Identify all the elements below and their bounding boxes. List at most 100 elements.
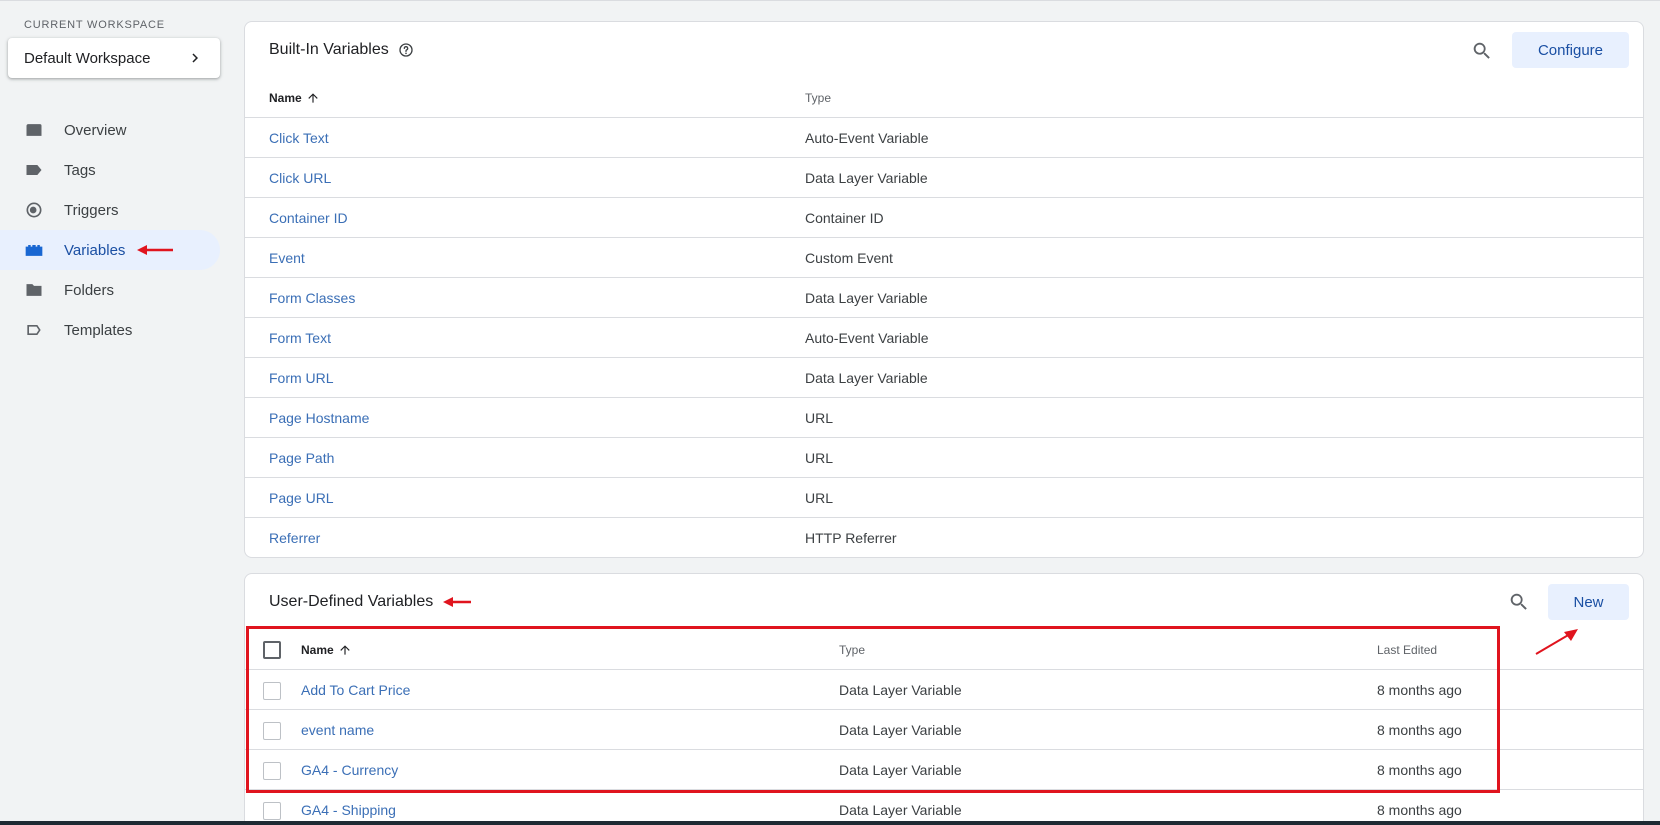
workspace-label: CURRENT WORKSPACE (24, 19, 165, 31)
builtin-col-name[interactable]: Name (269, 78, 320, 118)
variable-type: Data Layer Variable (805, 170, 928, 186)
annotation-arrow-icon (1535, 629, 1578, 655)
userdefined-col-name[interactable]: Name (301, 630, 352, 670)
table-row: Page Path URL (245, 438, 1643, 478)
variable-name-link[interactable]: Page Path (269, 438, 334, 478)
variable-name-link[interactable]: GA4 - Currency (301, 750, 398, 790)
bottom-bar (0, 821, 1660, 825)
tag-icon (24, 160, 44, 180)
row-checkbox[interactable] (263, 722, 281, 740)
table-row: Click URL Data Layer Variable (245, 158, 1643, 198)
table-row: Referrer HTTP Referrer (245, 518, 1643, 557)
workspace-selector[interactable]: Default Workspace (8, 38, 220, 78)
variable-name-link[interactable]: event name (301, 710, 374, 750)
table-row: Form Text Auto-Event Variable (245, 318, 1643, 358)
table-row: Form URL Data Layer Variable (245, 358, 1643, 398)
user-defined-variables-card: User-Defined Variables New Name Type Las… (244, 573, 1644, 825)
table-row: Page URL URL (245, 478, 1643, 518)
overview-icon (24, 120, 44, 140)
sidebar-item-label: Templates (64, 321, 133, 339)
variable-type: Data Layer Variable (839, 762, 962, 778)
variable-type: Auto-Event Variable (805, 330, 929, 346)
table-row: event name Data Layer Variable 8 months … (245, 710, 1643, 750)
variable-name-link[interactable]: Click Text (269, 118, 329, 158)
chevron-right-icon (192, 53, 198, 63)
sidebar-item-label: Variables (64, 241, 126, 259)
sort-arrow-up-icon (340, 645, 350, 655)
variable-type: Data Layer Variable (839, 802, 962, 818)
userdefined-title: User-Defined Variables (269, 593, 473, 611)
userdefined-table-body: Add To Cart Price Data Layer Variable 8 … (245, 670, 1643, 825)
top-divider (0, 0, 1660, 1)
userdefined-title-text: User-Defined Variables (269, 593, 434, 610)
variable-name-link[interactable]: Click URL (269, 158, 331, 198)
variable-name-link[interactable]: Form URL (269, 358, 334, 398)
new-variable-button[interactable]: New (1548, 584, 1629, 620)
sidebar-item-variables[interactable]: Variables (0, 230, 220, 270)
builtin-variables-card: Built-In Variables Configure Name Type C… (244, 21, 1644, 558)
table-row: GA4 - Currency Data Layer Variable 8 mon… (245, 750, 1643, 790)
workspace-name: Default Workspace (24, 49, 151, 67)
variable-name-link[interactable]: Add To Cart Price (301, 670, 410, 710)
table-row: Add To Cart Price Data Layer Variable 8 … (245, 670, 1643, 710)
last-edited: 8 months ago (1377, 762, 1462, 778)
configure-button[interactable]: Configure (1512, 32, 1629, 68)
row-checkbox[interactable] (263, 762, 281, 780)
sidebar-item-tags[interactable]: Tags (0, 150, 222, 190)
sidebar: CURRENT WORKSPACE Default Workspace Over… (0, 0, 222, 825)
variable-type: Container ID (805, 210, 884, 226)
builtin-col-type: Type (805, 91, 832, 105)
userdefined-col-last-edited: Last Edited (1377, 643, 1438, 657)
sidebar-item-label: Folders (64, 281, 115, 299)
variable-type: URL (805, 410, 834, 426)
row-checkbox[interactable] (263, 802, 281, 820)
variable-type: Auto-Event Variable (805, 130, 929, 146)
last-edited: 8 months ago (1377, 802, 1462, 818)
sidebar-item-label: Overview (64, 121, 127, 139)
builtin-title: Built-In Variables (269, 41, 414, 59)
variable-name-link[interactable]: Referrer (269, 518, 320, 557)
sidebar-item-label: Triggers (64, 201, 119, 219)
sidebar-item-triggers[interactable]: Triggers (0, 190, 222, 230)
trigger-icon (24, 200, 44, 220)
annotation-arrow-icon (443, 597, 472, 607)
col-name-label: Name (269, 91, 302, 105)
table-row: Click Text Auto-Event Variable (245, 118, 1643, 158)
col-name-label: Name (301, 643, 334, 657)
table-row: Form Classes Data Layer Variable (245, 278, 1643, 318)
variable-name-link[interactable]: GA4 - Shipping (301, 790, 396, 825)
table-row: Page Hostname URL (245, 398, 1643, 438)
userdefined-col-type: Type (839, 643, 866, 657)
sidebar-item-folders[interactable]: Folders (0, 270, 222, 310)
select-all-checkbox[interactable] (263, 641, 281, 659)
builtin-table-body: Click Text Auto-Event Variable Click URL… (245, 118, 1643, 557)
userdefined-search-icon[interactable] (1508, 591, 1532, 615)
last-edited: 8 months ago (1377, 722, 1462, 738)
variable-type: Data Layer Variable (805, 370, 928, 386)
variable-type: Data Layer Variable (805, 290, 928, 306)
builtin-table-header: Name Type (245, 78, 1643, 118)
sidebar-nav: Overview Tags Triggers Variables Folders… (0, 110, 222, 350)
variable-name-link[interactable]: Form Classes (269, 278, 355, 318)
help-icon[interactable] (398, 42, 414, 58)
variable-type: URL (805, 450, 834, 466)
variable-name-link[interactable]: Form Text (269, 318, 331, 358)
variable-type: Custom Event (805, 250, 893, 266)
variable-name-link[interactable]: Page Hostname (269, 398, 369, 438)
variable-type: HTTP Referrer (805, 530, 897, 546)
variable-type: Data Layer Variable (839, 722, 962, 738)
userdefined-table-header: Name Type Last Edited (245, 630, 1643, 670)
variables-icon (24, 240, 44, 260)
table-row: Container ID Container ID (245, 198, 1643, 238)
variable-name-link[interactable]: Event (269, 238, 305, 278)
table-row: GA4 - Shipping Data Layer Variable 8 mon… (245, 790, 1643, 825)
row-checkbox[interactable] (263, 682, 281, 700)
builtin-title-text: Built-In Variables (269, 41, 389, 58)
sidebar-item-label: Tags (64, 161, 96, 179)
builtin-search-icon[interactable] (1471, 40, 1495, 64)
variable-name-link[interactable]: Page URL (269, 478, 334, 518)
sidebar-item-overview[interactable]: Overview (0, 110, 222, 150)
sidebar-item-templates[interactable]: Templates (0, 310, 222, 350)
last-edited: 8 months ago (1377, 682, 1462, 698)
variable-name-link[interactable]: Container ID (269, 198, 348, 238)
